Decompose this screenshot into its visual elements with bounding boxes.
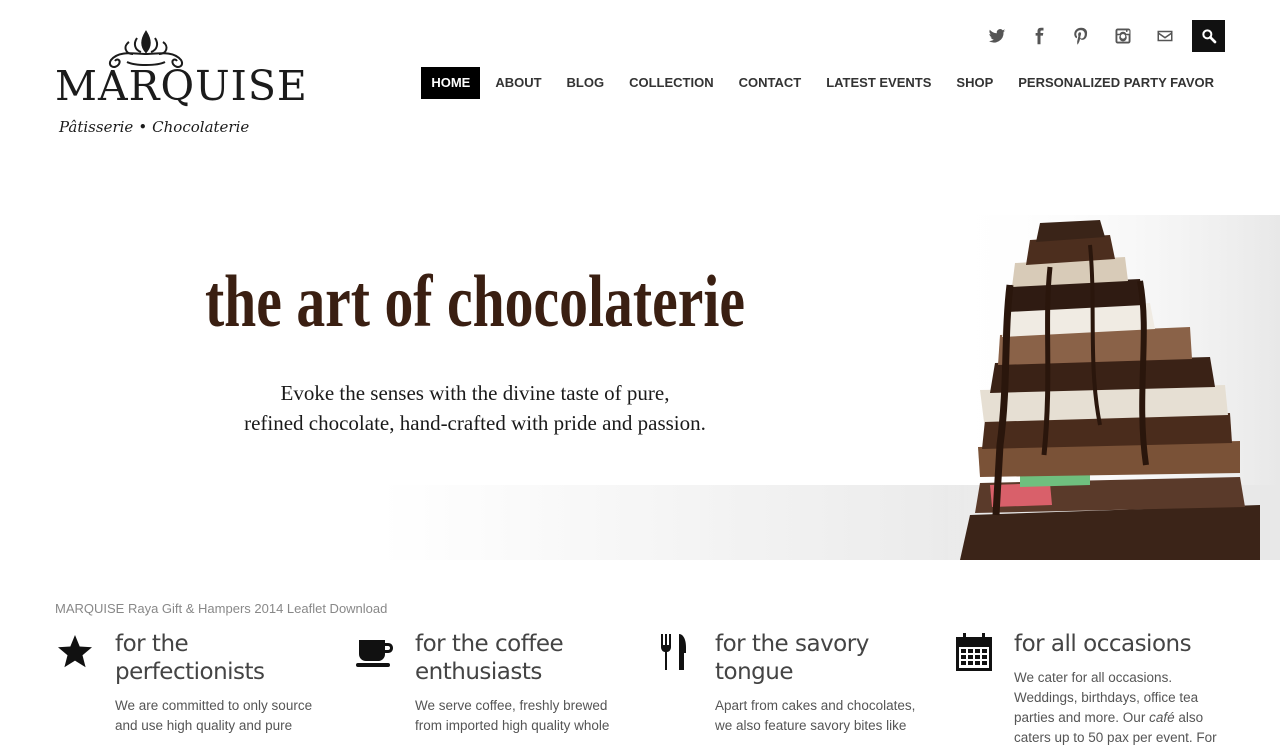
tagline-chocolaterie: Chocolaterie xyxy=(152,118,250,136)
feature-title: for the coffee enthusiasts xyxy=(415,631,564,685)
hero-subtitle-line-2: refined chocolate, hand-crafted with pri… xyxy=(244,411,706,435)
feature-title: for all occasions xyxy=(1014,631,1192,657)
nav-item-about[interactable]: ABOUT xyxy=(485,67,551,99)
main-nav: HOME ABOUT BLOG COLLECTION CONTACT LATES… xyxy=(416,67,1224,99)
logo-tagline: Pâtisserie • Chocolaterie xyxy=(59,118,249,136)
star-icon xyxy=(55,632,95,672)
nav-item-home[interactable]: HOME xyxy=(421,67,481,99)
pinterest-icon[interactable] xyxy=(1060,20,1102,52)
feature-text: We serve coffee, freshly brewed from imp… xyxy=(415,698,610,733)
nav-item-personalized-party-favor[interactable]: PERSONALIZED PARTY FAVOR xyxy=(1008,67,1224,99)
nav-item-collection[interactable]: COLLECTION xyxy=(619,67,724,99)
facebook-icon[interactable] xyxy=(1018,20,1060,52)
feature-text: We are committed to only source and use … xyxy=(115,698,313,733)
logo[interactable]: MARQUISE Pâtisserie • Chocolaterie xyxy=(55,28,308,144)
nav-item-latest-events[interactable]: LATEST EVENTS xyxy=(816,67,941,99)
tagline-patisserie: Pâtisserie xyxy=(59,118,134,136)
twitter-icon[interactable] xyxy=(976,20,1018,52)
email-icon[interactable] xyxy=(1144,20,1186,52)
social-links xyxy=(976,20,1225,52)
hero-banner[interactable]: the art of chocolaterie Evoke the senses… xyxy=(0,165,1280,560)
nav-item-blog[interactable]: BLOG xyxy=(557,67,615,99)
hero-subtitle: Evoke the senses with the divine taste o… xyxy=(0,378,950,438)
calendar-icon xyxy=(954,632,994,672)
search-icon xyxy=(1201,29,1216,44)
leaflet-download-link[interactable]: MARQUISE Raya Gift & Hampers 2014 Leafle… xyxy=(55,601,387,616)
feature-title: for the perfectionists xyxy=(115,631,265,685)
fork-knife-icon xyxy=(655,632,695,672)
chocolate-stack-image xyxy=(940,215,1280,560)
feature-text: Apart from cakes and chocolates, we also… xyxy=(715,698,916,733)
nav-item-contact[interactable]: CONTACT xyxy=(729,67,812,99)
hero-title: the art of chocolaterie xyxy=(204,261,746,343)
tagline-dot: • xyxy=(138,118,148,136)
feature-title: for the savory tongue xyxy=(715,631,869,685)
instagram-icon[interactable] xyxy=(1102,20,1144,52)
feature-text: We cater for all occasions. Weddings, bi… xyxy=(1014,668,1224,748)
nav-item-shop[interactable]: SHOP xyxy=(946,67,1003,99)
coffee-cup-icon xyxy=(355,632,395,672)
search-button[interactable] xyxy=(1192,20,1225,52)
logo-wordmark: MARQUISE xyxy=(55,62,308,110)
hero-subtitle-line-1: Evoke the senses with the divine taste o… xyxy=(280,381,670,405)
feature-text-cafe: café xyxy=(1149,710,1175,725)
